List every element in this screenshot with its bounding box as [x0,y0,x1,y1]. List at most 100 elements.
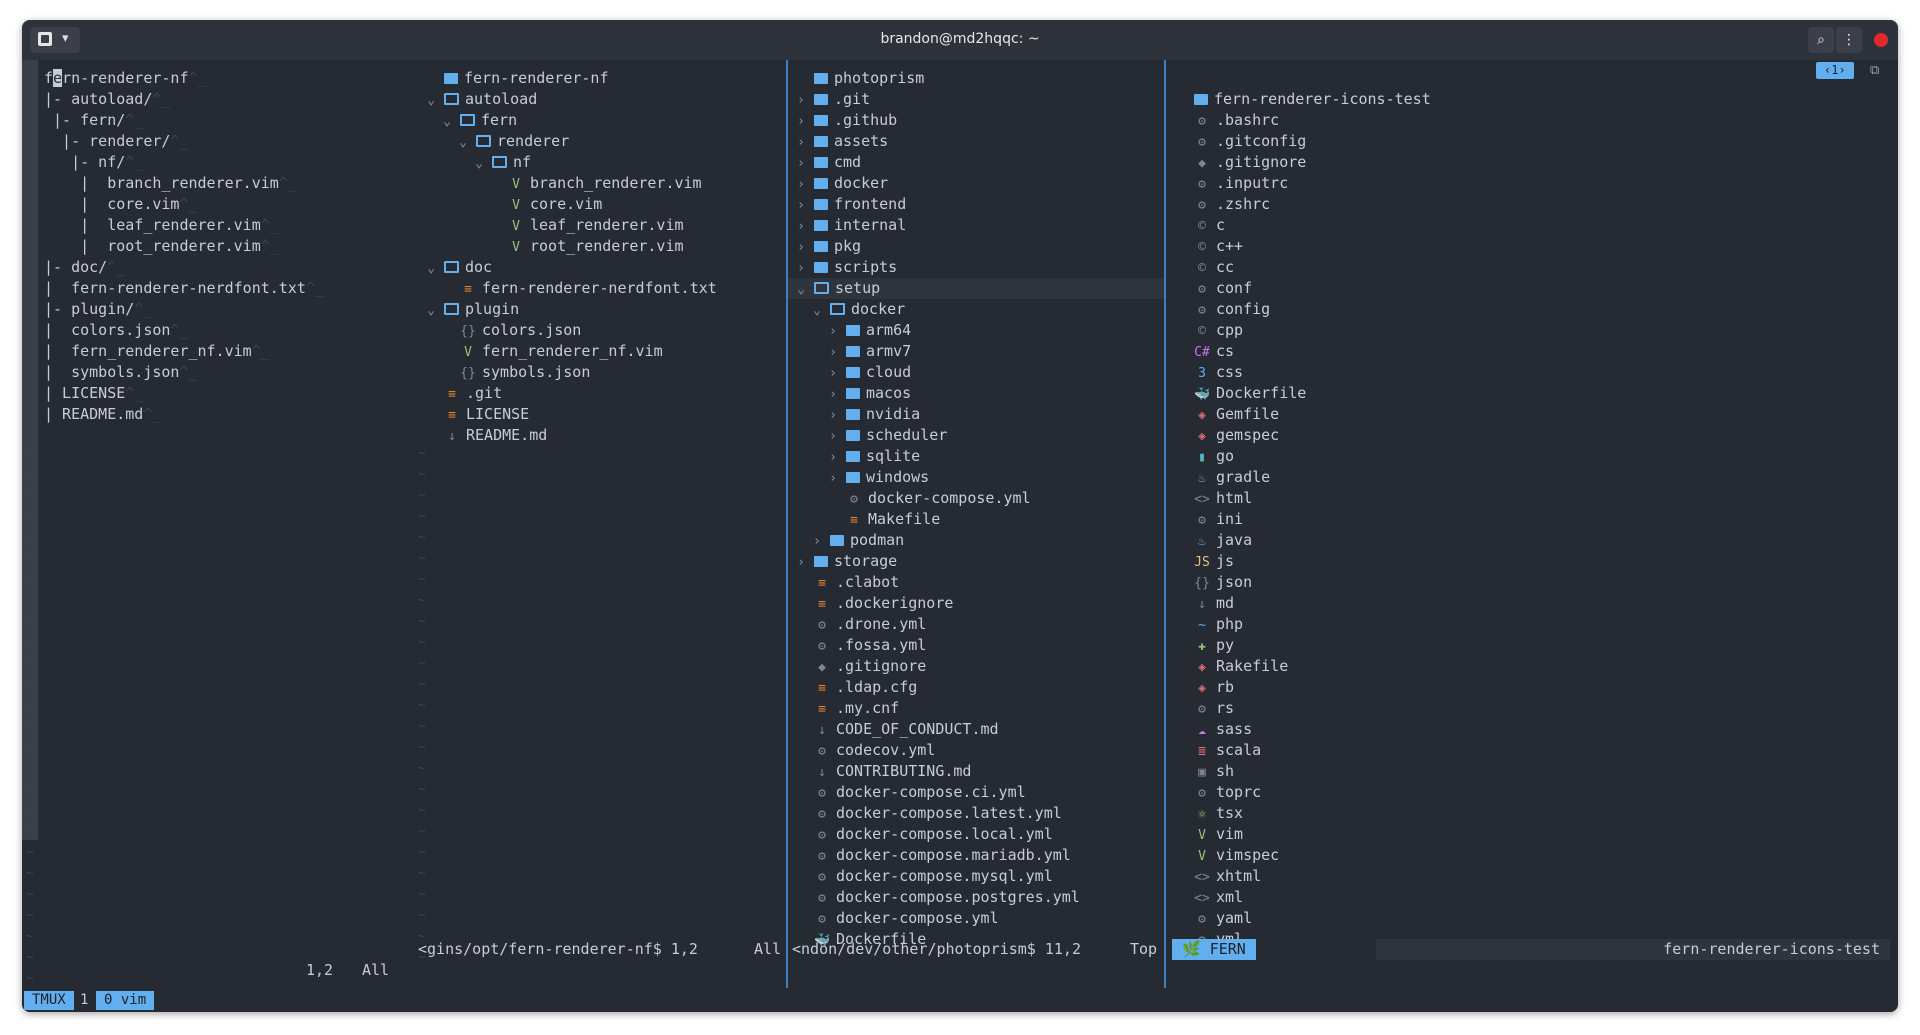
chevron-right-icon[interactable]: › [826,342,840,363]
tree-item[interactable]: ⌄ docker [810,299,905,320]
tree-item[interactable]: ⚙ docker-compose.mysql.yml [794,866,1053,887]
tree-line[interactable]: | branch_renderer.vim^_ [44,173,297,194]
tree-line[interactable]: | LICENSE^_ [44,383,143,404]
chevron-down-icon[interactable]: ⌄ [424,258,438,279]
tree-line[interactable]: |- doc/^_ [44,257,125,278]
file-item[interactable]: ◆ .gitignore [1194,152,1306,173]
tree-item[interactable]: › armv7 [826,341,911,362]
file-item[interactable]: ◈ gemspec [1194,425,1279,446]
pane-fern-nf[interactable]: fern-renderer-nf ⌄ autoload ⌄ fern ⌄ renderer ⌄… [414,60,786,988]
file-item[interactable]: ⚙ toprc [1194,782,1261,803]
file-item[interactable]: © cpp [1194,320,1243,341]
file-item[interactable]: 3 css [1194,362,1243,383]
chevron-right-icon[interactable]: › [826,384,840,405]
file-item[interactable]: 🐳 Dockerfile [1194,383,1306,404]
chevron-right-icon[interactable]: › [794,174,808,195]
tree-item[interactable]: › scripts [794,257,897,278]
tree-item[interactable]: ≡ fern-renderer-nerdfont.txt [440,278,717,299]
chevron-right-icon[interactable]: › [826,363,840,384]
chevron-right-icon[interactable]: › [794,132,808,153]
tmux-window-tab[interactable]: 0 vim [96,991,155,1010]
tree-item[interactable]: › frontend [794,194,906,215]
tree-item[interactable]: {} symbols.json [440,362,590,383]
tree-line[interactable]: fern-renderer-nf^_ [44,68,207,89]
file-item[interactable]: ☁ sass [1194,719,1252,740]
tree-item[interactable]: ⌄ doc [424,257,492,278]
chevron-right-icon[interactable]: › [794,111,808,132]
tree-item[interactable]: ⌄ renderer [456,131,569,152]
tree-item[interactable]: ↓ CONTRIBUTING.md [794,761,971,782]
file-item[interactable]: ▣ sh [1194,761,1234,782]
file-item[interactable]: <> xhtml [1194,866,1261,887]
tree-item[interactable]: › macos [826,383,911,404]
tree-line[interactable]: | core.vim^_ [44,194,197,215]
tree-item[interactable]: ⚙ codecov.yml [794,740,935,761]
tree-item[interactable]: Vfern_renderer_nf.vim [440,341,663,362]
tree-item[interactable]: ⌄ autoload [424,89,537,110]
tree-item[interactable]: › scheduler [826,425,947,446]
chevron-right-icon[interactable]: › [826,468,840,489]
tree-line[interactable]: | fern-renderer-nerdfont.txt^_ [44,278,324,299]
chevron-down-icon[interactable]: ⌄ [424,90,438,111]
tree-item[interactable]: ◆ .gitignore [794,656,926,677]
tree-line[interactable]: |- plugin/^_ [44,299,152,320]
chevron-right-icon[interactable]: › [794,153,808,174]
tree-item[interactable]: ⌄ fern [440,110,517,131]
file-item[interactable]: ✚ py [1194,635,1234,656]
chevron-down-icon[interactable]: ⌄ [440,111,454,132]
tree-item[interactable]: Vcore.vim [488,194,602,215]
file-item[interactable]: ▮ go [1194,446,1234,467]
pane-vim-tree[interactable]: fern-renderer-nf^_ |- autoload/^_ |- fern… [22,60,414,988]
tree-item[interactable]: ⚙ docker-compose.mariadb.yml [794,845,1071,866]
chevron-down-icon[interactable]: ⌄ [456,132,470,153]
tree-item[interactable]: ≡ .git [424,383,502,404]
file-item[interactable]: fern-renderer-icons-test [1194,89,1431,110]
tree-line[interactable]: |- nf/^_ [44,152,143,173]
chevron-right-icon[interactable]: › [826,321,840,342]
tree-item[interactable]: › sqlite [826,446,920,467]
tree-item[interactable]: › nvidia [826,404,920,425]
file-item[interactable]: <> html [1194,488,1252,509]
tree-item[interactable]: › pkg [794,236,861,257]
tree-item[interactable]: Vleaf_renderer.vim [488,215,683,236]
tree-item[interactable]: ⚙ docker-compose.postgres.yml [794,887,1080,908]
tree-item[interactable]: › docker [794,173,888,194]
chevron-down-icon[interactable]: ⌄ [424,300,438,321]
tree-item[interactable]: ↓ CODE_OF_CONDUCT.md [794,719,998,740]
file-item[interactable]: ◈ rb [1194,677,1234,698]
tree-line[interactable]: |- renderer/^_ [44,131,188,152]
tree-item[interactable]: ⌄ nf [472,152,531,173]
tree-line[interactable]: | colors.json^_ [44,320,189,341]
chevron-right-icon[interactable]: › [794,216,808,237]
tree-item[interactable]: ≡ LICENSE [424,404,529,425]
tab-indicator[interactable]: ‹1› [1816,62,1854,79]
tree-item[interactable]: › assets [794,131,888,152]
file-item[interactable]: ≣ scala [1194,740,1261,761]
tree-item[interactable]: Vroot_renderer.vim [488,236,683,257]
tree-line[interactable]: | symbols.json^_ [44,362,198,383]
file-item[interactable]: C# cs [1194,341,1234,362]
tree-item[interactable]: ⚙ docker-compose.local.yml [794,824,1053,845]
tree-item[interactable]: ⚙ .drone.yml [794,614,926,635]
tree-item[interactable]: › .github [794,110,897,131]
tree-item[interactable]: › storage [794,551,897,572]
pane-icons-test[interactable]: ‹1› ⧉ fern-renderer-icons-test ⚙ .bashrc ⚙ .gi… [1166,60,1898,988]
file-item[interactable]: ◈ Gemfile [1194,404,1279,425]
tree-line[interactable]: |- autoload/^_ [44,89,170,110]
chevron-right-icon[interactable]: › [826,447,840,468]
file-item[interactable]: JS js [1194,551,1234,572]
file-item[interactable]: ⚙ conf [1194,278,1252,299]
file-item[interactable]: © cc [1194,257,1234,278]
tree-item[interactable]: › arm64 [826,320,911,341]
tree-item[interactable]: ⚙ docker-compose.ci.yml [794,782,1026,803]
tree-item[interactable]: ⌄ setup [794,278,880,299]
tree-line[interactable]: | leaf_renderer.vim^_ [44,215,279,236]
chevron-right-icon[interactable]: › [794,552,808,573]
file-item[interactable]: {} json [1194,572,1252,593]
tree-item[interactable]: ≡ .clabot [794,572,899,593]
chevron-right-icon[interactable]: › [794,237,808,258]
file-item[interactable]: © c [1194,215,1225,236]
search-button[interactable]: ⌕ [1808,27,1834,53]
chevron-down-icon[interactable]: ⌄ [794,279,808,300]
chevron-right-icon[interactable]: › [826,426,840,447]
